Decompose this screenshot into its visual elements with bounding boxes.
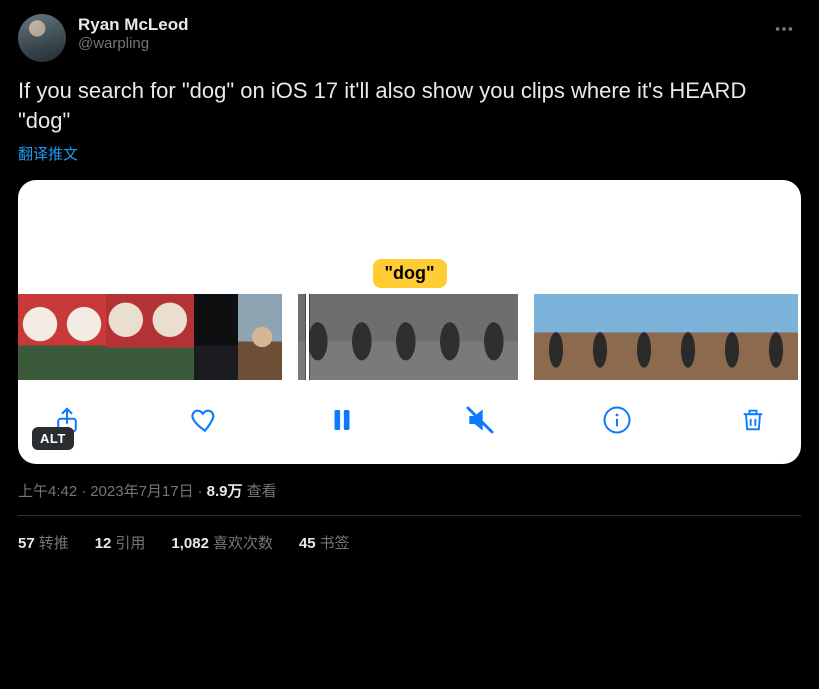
video-thumbnail[interactable] xyxy=(62,294,106,380)
media-header-area: "dog" xyxy=(18,180,801,294)
media-controls xyxy=(18,386,801,464)
more-options-button[interactable] xyxy=(767,14,801,44)
video-thumbnail[interactable] xyxy=(622,294,666,380)
user-handle[interactable]: @warpling xyxy=(78,35,189,54)
quotes-count: 12 xyxy=(95,535,112,552)
author-block[interactable]: Ryan McLeod @warpling xyxy=(18,14,189,62)
video-thumbnail[interactable] xyxy=(194,294,238,380)
clip-group-2[interactable] xyxy=(298,294,518,380)
like-button[interactable] xyxy=(189,404,221,436)
views-count[interactable]: 8.9万 xyxy=(207,483,243,500)
quotes-stat[interactable]: 12引用 xyxy=(95,532,146,553)
retweets-count: 57 xyxy=(18,535,35,552)
tweet-text: If you search for "dog" on iOS 17 it'll … xyxy=(18,76,801,135)
video-thumbnail[interactable] xyxy=(298,294,342,380)
speaker-muted-icon xyxy=(464,404,496,436)
bookmarks-stat[interactable]: 45书签 xyxy=(299,532,350,553)
tweet-stats: 57转推 12引用 1,082喜欢次数 45书签 xyxy=(18,516,801,563)
clip-group-3[interactable] xyxy=(534,294,798,380)
author-names: Ryan McLeod @warpling xyxy=(78,14,189,62)
video-thumbnail[interactable] xyxy=(474,294,518,380)
bookmarks-label: 书签 xyxy=(320,535,350,552)
quotes-label: 引用 xyxy=(115,535,145,552)
bookmarks-count: 45 xyxy=(299,535,316,552)
media-attachment[interactable]: "dog" xyxy=(18,180,801,464)
video-thumbnail[interactable] xyxy=(666,294,710,380)
filmstrip[interactable] xyxy=(18,294,801,386)
video-thumbnail[interactable] xyxy=(18,294,62,380)
clip-group-1[interactable] xyxy=(18,294,282,380)
trash-icon xyxy=(739,406,767,434)
views-label: 查看 xyxy=(247,483,277,500)
likes-stat[interactable]: 1,082喜欢次数 xyxy=(171,532,273,553)
video-thumbnail[interactable] xyxy=(342,294,386,380)
video-thumbnail[interactable] xyxy=(710,294,754,380)
playhead[interactable] xyxy=(306,290,309,384)
retweets-stat[interactable]: 57转推 xyxy=(18,532,69,553)
video-thumbnail[interactable] xyxy=(534,294,578,380)
tweet-container: Ryan McLeod @warpling If you search for … xyxy=(0,0,819,563)
more-horizontal-icon xyxy=(773,18,795,40)
pause-button[interactable] xyxy=(327,405,357,435)
info-button[interactable] xyxy=(602,405,632,435)
tweet-time[interactable]: 上午4:42 xyxy=(18,483,77,500)
tweet-header: Ryan McLeod @warpling xyxy=(18,14,801,62)
mute-button[interactable] xyxy=(464,404,496,436)
translate-link[interactable]: 翻译推文 xyxy=(18,143,78,164)
video-thumbnail[interactable] xyxy=(238,294,282,380)
pause-icon xyxy=(327,405,357,435)
video-thumbnail[interactable] xyxy=(150,294,194,380)
retweets-label: 转推 xyxy=(39,535,69,552)
delete-button[interactable] xyxy=(739,406,767,434)
likes-label: 喜欢次数 xyxy=(213,535,273,552)
tweet-meta: 上午4:42·2023年7月17日·8.9万 查看 xyxy=(18,480,801,501)
video-thumbnail[interactable] xyxy=(754,294,798,380)
avatar[interactable] xyxy=(18,14,66,62)
video-thumbnail[interactable] xyxy=(430,294,474,380)
search-term-label: "dog" xyxy=(372,259,446,288)
tweet-date[interactable]: 2023年7月17日 xyxy=(90,483,193,500)
info-icon xyxy=(602,405,632,435)
heart-icon xyxy=(189,404,221,436)
video-thumbnail[interactable] xyxy=(578,294,622,380)
display-name[interactable]: Ryan McLeod xyxy=(78,14,189,35)
alt-badge[interactable]: ALT xyxy=(32,427,74,450)
video-thumbnail[interactable] xyxy=(386,294,430,380)
likes-count: 1,082 xyxy=(171,535,209,552)
video-thumbnail[interactable] xyxy=(106,294,150,380)
